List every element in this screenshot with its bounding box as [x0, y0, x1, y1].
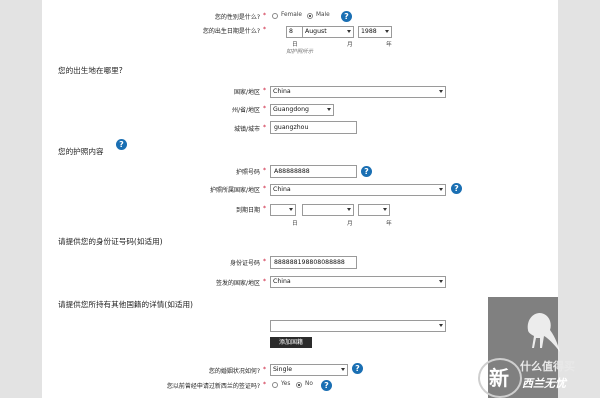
- marital-select[interactable]: Single: [270, 364, 348, 376]
- expiry-day-unit: 日: [292, 221, 298, 227]
- required-marker: *: [263, 124, 266, 131]
- chevron-down-icon: [341, 368, 345, 371]
- help-icon[interactable]: ?: [321, 380, 332, 391]
- help-icon[interactable]: ?: [451, 183, 462, 194]
- passport-country-select[interactable]: China: [270, 184, 446, 196]
- chevron-down-icon: [347, 30, 351, 33]
- expiry-month-unit: 月: [347, 221, 353, 227]
- passport-expiry-label: 到期日期: [235, 207, 260, 214]
- passport-number-label: 护照号码: [235, 169, 260, 176]
- watermark-text-1: 什么值得买: [520, 360, 575, 373]
- birth-state-select[interactable]: Guangdong: [270, 104, 334, 116]
- add-nationality-button[interactable]: 添加国籍: [270, 337, 312, 348]
- nationality-heading: 请提供您所持有其他国籍的详情(如适用): [58, 300, 194, 309]
- expiry-year-unit: 年: [386, 221, 392, 227]
- birth-city-input[interactable]: guangzhou: [270, 121, 357, 134]
- kiwi-bird-logo: [527, 312, 560, 352]
- dob-month-unit: 月: [347, 42, 353, 48]
- chevron-down-icon: [327, 108, 331, 111]
- expiry-month-select[interactable]: [302, 204, 354, 216]
- nz-visa-yes-label: Yes: [281, 381, 291, 387]
- chevron-down-icon: [439, 90, 443, 93]
- id-country-select[interactable]: China: [270, 276, 446, 288]
- gender-male-label: Male: [316, 12, 330, 18]
- nz-visa-no-radio[interactable]: [296, 382, 302, 388]
- watermark-glyph: 新: [489, 366, 509, 390]
- required-marker: *: [263, 278, 266, 285]
- birth-country-select[interactable]: China: [270, 86, 446, 98]
- help-icon[interactable]: ?: [341, 11, 352, 22]
- chevron-down-icon: [439, 280, 443, 283]
- required-marker: *: [263, 26, 266, 33]
- watermark-text-2: 西兰无忧: [522, 377, 566, 390]
- nationality-select[interactable]: [270, 320, 446, 332]
- id-card-heading: 请提供您的身份证号码(如适用): [58, 237, 163, 246]
- required-marker: *: [263, 105, 266, 112]
- chevron-down-icon: [439, 324, 443, 327]
- dob-year-select[interactable]: 1988: [358, 26, 392, 38]
- expiry-year-select[interactable]: [358, 204, 390, 216]
- help-icon[interactable]: ?: [361, 166, 372, 177]
- nz-visa-yes-radio[interactable]: [272, 382, 278, 388]
- gender-female-radio[interactable]: [272, 13, 278, 19]
- id-country-label: 签发的国家/地区: [215, 280, 260, 287]
- nz-visa-no-label: No: [305, 381, 313, 387]
- help-icon[interactable]: ?: [352, 363, 363, 374]
- gender-label: 您的性别是什么?: [214, 14, 260, 21]
- passport-heading: 您的护照内容: [58, 147, 104, 156]
- marital-label: 您的婚姻状况如何?: [208, 368, 260, 375]
- dob-label: 您的出生日期是什么?: [202, 28, 260, 35]
- required-marker: *: [263, 258, 266, 265]
- required-marker: *: [263, 167, 266, 174]
- birthplace-heading: 您的出生地在哪里?: [58, 66, 123, 75]
- dob-hint: 如护照所示: [286, 49, 313, 55]
- dob-month-select[interactable]: August: [302, 26, 354, 38]
- birth-city-label: 城镇/城市: [233, 126, 260, 133]
- chevron-down-icon: [347, 208, 351, 211]
- birth-country-label: 国家/地区: [233, 89, 260, 96]
- required-marker: *: [263, 381, 266, 388]
- id-number-input[interactable]: 888888198808088888: [270, 256, 357, 269]
- passport-number-input[interactable]: A88888888: [270, 165, 357, 178]
- passport-country-label: 护照所属国家/地区: [209, 187, 260, 194]
- chevron-down-icon: [383, 208, 387, 211]
- help-icon[interactable]: ?: [116, 139, 127, 150]
- dob-year-unit: 年: [386, 42, 392, 48]
- required-marker: *: [263, 185, 266, 192]
- required-marker: *: [263, 205, 266, 212]
- gender-female-label: Female: [281, 12, 302, 18]
- expiry-day-select[interactable]: [270, 204, 296, 216]
- required-marker: *: [263, 87, 266, 94]
- chevron-down-icon: [439, 188, 443, 191]
- chevron-down-icon: [385, 30, 389, 33]
- required-marker: *: [263, 12, 266, 19]
- chevron-down-icon: [289, 208, 293, 211]
- gender-male-radio[interactable]: [307, 13, 313, 19]
- nz-visa-label: 您以前曾经申请过新西兰的签证吗?: [166, 383, 260, 390]
- birth-state-label: 州/省/地区: [231, 107, 260, 114]
- required-marker: *: [263, 366, 266, 373]
- id-number-label: 身份证号码: [229, 260, 260, 267]
